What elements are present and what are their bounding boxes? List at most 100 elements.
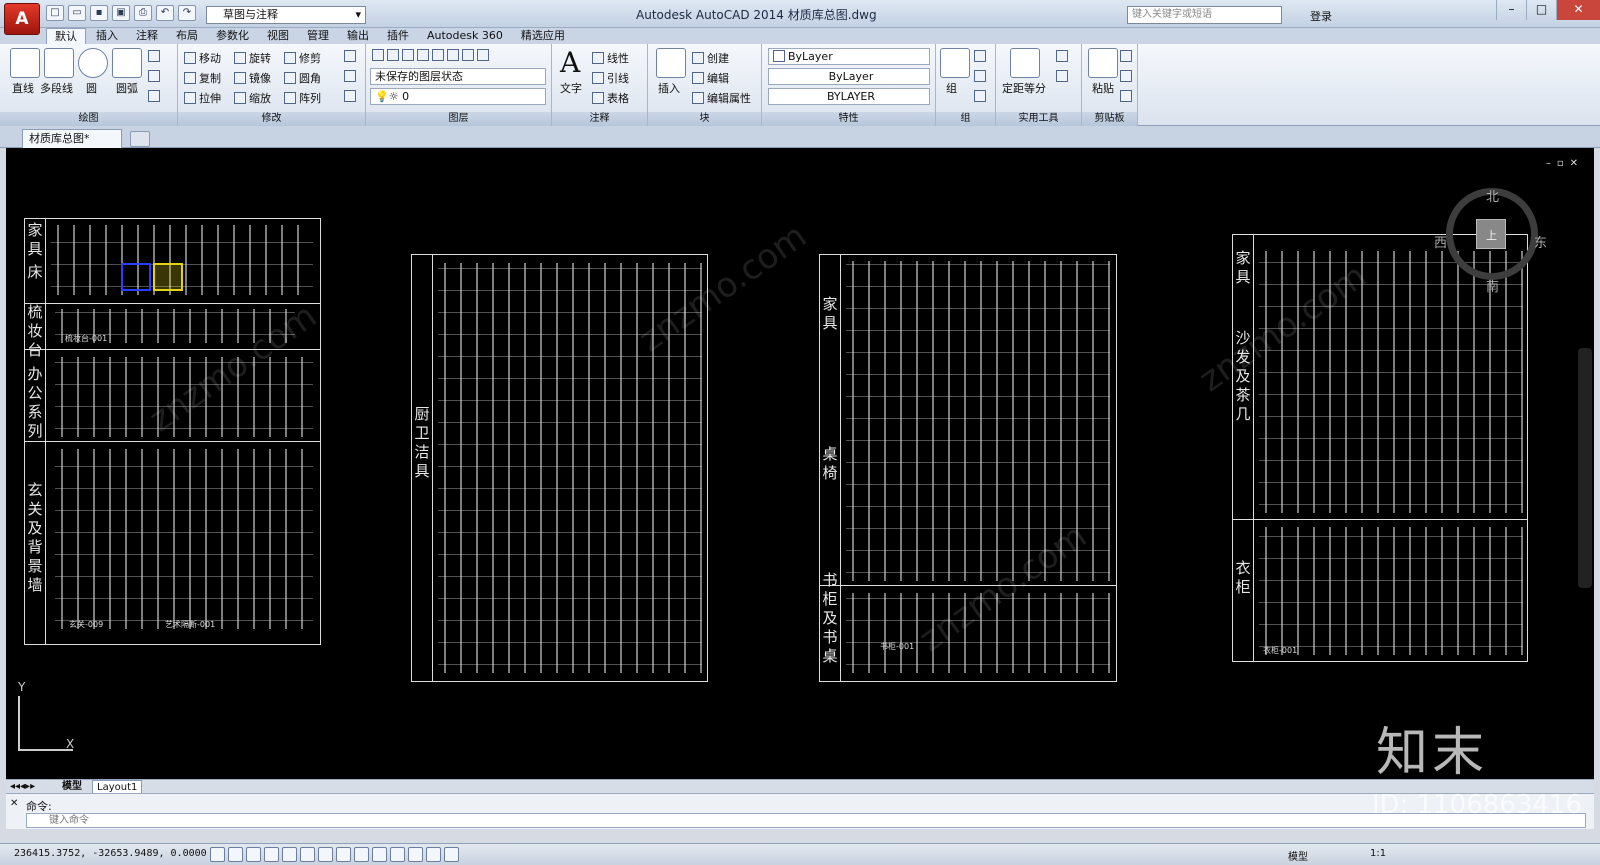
- panel-title-utilities[interactable]: 实用工具: [996, 112, 1081, 126]
- compass-east[interactable]: 东: [1534, 232, 1547, 251]
- tab-insert[interactable]: 插入: [88, 28, 126, 44]
- rotate-button[interactable]: 旋转: [234, 50, 271, 66]
- circle-icon[interactable]: [78, 48, 108, 78]
- saveas-icon[interactable]: ▣: [112, 5, 130, 21]
- polyline-icon[interactable]: [44, 48, 74, 78]
- erase-icon[interactable]: [344, 50, 359, 63]
- snap-icon[interactable]: [228, 847, 243, 862]
- layer-properties-icon[interactable]: [372, 49, 492, 62]
- tab-annotate[interactable]: 注释: [128, 28, 166, 44]
- id-point-icon[interactable]: [1056, 70, 1071, 83]
- lineweight-icon[interactable]: [390, 847, 405, 862]
- print-icon[interactable]: ⎙: [134, 5, 152, 21]
- group-icon[interactable]: [940, 48, 970, 78]
- open-icon[interactable]: ▭: [68, 5, 86, 21]
- layer-select[interactable]: 💡☼ 0: [370, 88, 546, 105]
- paste-button[interactable]: 粘贴: [1092, 80, 1114, 96]
- group-edit-icon[interactable]: [974, 70, 989, 83]
- fillet-button[interactable]: 圆角: [284, 70, 321, 86]
- polar-icon[interactable]: [282, 847, 297, 862]
- explode-icon[interactable]: [344, 70, 359, 83]
- document-tab[interactable]: 材质库总图*: [22, 129, 122, 148]
- close-icon[interactable]: ✕: [1556, 0, 1600, 20]
- ungroup-icon[interactable]: [974, 50, 989, 63]
- copy-clip-icon[interactable]: [1120, 70, 1135, 83]
- mirror-button[interactable]: 镜像: [234, 70, 271, 86]
- measure-icon[interactable]: [1010, 48, 1040, 78]
- viewport-controls[interactable]: –▫✕: [1546, 158, 1584, 169]
- offset-icon[interactable]: [344, 90, 359, 103]
- tab-autodesk360[interactable]: Autodesk 360: [419, 28, 511, 44]
- ortho-icon[interactable]: [264, 847, 279, 862]
- otrack-icon[interactable]: [336, 847, 351, 862]
- color-select[interactable]: ByLayer: [768, 48, 930, 65]
- trim-button[interactable]: 修剪: [284, 50, 321, 66]
- panel-title-properties[interactable]: 特性: [762, 112, 935, 126]
- panel-title-block[interactable]: 块: [648, 112, 761, 126]
- table-chair-blocks[interactable]: [846, 261, 1110, 581]
- undo-icon[interactable]: ↶: [156, 5, 174, 21]
- linear-dim-button[interactable]: 线性: [592, 50, 629, 66]
- layout-nav-icon[interactable]: ◂◂◂▸▸: [10, 780, 35, 793]
- array-button[interactable]: 阵列: [284, 90, 321, 106]
- hatch-icon[interactable]: [148, 70, 163, 83]
- command-input[interactable]: 键入命令: [26, 813, 1586, 828]
- save-icon[interactable]: ▪: [90, 5, 108, 21]
- sanitary-blocks[interactable]: [438, 263, 702, 673]
- panel-title-clipboard[interactable]: 剪贴板: [1082, 112, 1137, 126]
- 3dosnap-icon[interactable]: [318, 847, 333, 862]
- arc-button[interactable]: 圆弧: [116, 80, 138, 96]
- insert-button[interactable]: 插入: [658, 80, 680, 96]
- group-button[interactable]: 组: [946, 80, 957, 96]
- osnap-icon[interactable]: [300, 847, 315, 862]
- polyline-button[interactable]: 多段线: [40, 80, 73, 96]
- edit-attribute-button[interactable]: 编辑属性: [692, 90, 751, 106]
- panel-title-draw[interactable]: 绘图: [0, 112, 177, 126]
- group-select-icon[interactable]: [974, 90, 989, 103]
- navigation-bar[interactable]: [1578, 348, 1592, 588]
- insert-block-icon[interactable]: [656, 48, 686, 78]
- tab-manage[interactable]: 管理: [299, 28, 337, 44]
- tab-view[interactable]: 视图: [259, 28, 297, 44]
- compass-west[interactable]: 西: [1434, 232, 1447, 251]
- move-button[interactable]: 移动: [184, 50, 221, 66]
- panel-title-modify[interactable]: 修改: [178, 112, 365, 126]
- region-icon[interactable]: [148, 90, 163, 103]
- annotation-scale[interactable]: 1:1: [1370, 848, 1386, 859]
- viewcube-face[interactable]: 上: [1476, 219, 1506, 249]
- office-blocks[interactable]: [55, 357, 313, 437]
- tab-parametric[interactable]: 参数化: [208, 28, 257, 44]
- cut-icon[interactable]: [1120, 50, 1135, 63]
- copy-button[interactable]: 复制: [184, 70, 221, 86]
- line-icon[interactable]: [10, 48, 40, 78]
- tab-featured-apps[interactable]: 精选应用: [513, 28, 573, 44]
- model-tab[interactable]: 模型: [62, 780, 82, 793]
- foyer-blocks[interactable]: [55, 449, 313, 629]
- tab-output[interactable]: 输出: [339, 28, 377, 44]
- paste-icon[interactable]: [1088, 48, 1118, 78]
- dyn-icon[interactable]: [372, 847, 387, 862]
- match-properties-icon[interactable]: [1120, 90, 1135, 103]
- bookcase-blocks[interactable]: [846, 593, 1110, 673]
- line-button[interactable]: 直线: [12, 80, 34, 96]
- panel-title-layers[interactable]: 图层: [366, 112, 551, 126]
- tab-plugins[interactable]: 插件: [379, 28, 417, 44]
- linetype-select[interactable]: ByLayer: [768, 68, 930, 85]
- lineweight-select[interactable]: BYLAYER: [768, 88, 930, 105]
- quickcalc-icon[interactable]: [1056, 50, 1071, 63]
- text-icon[interactable]: A: [560, 46, 580, 79]
- application-menu-button[interactable]: A: [4, 3, 40, 35]
- sofa-blocks[interactable]: [1259, 251, 1523, 513]
- search-input[interactable]: 键入关键字或短语: [1127, 6, 1282, 24]
- panel-title-annotation[interactable]: 注释: [552, 112, 647, 126]
- leader-button[interactable]: 引线: [592, 70, 629, 86]
- tab-default[interactable]: 默认: [46, 28, 86, 44]
- layer-state-select[interactable]: 未保存的图层状态: [370, 68, 546, 85]
- circle-button[interactable]: 圆: [86, 80, 97, 96]
- highlighted-block[interactable]: [153, 263, 183, 291]
- selection-cycling-icon[interactable]: [444, 847, 459, 862]
- grid-icon[interactable]: [246, 847, 261, 862]
- tab-layout[interactable]: 布局: [168, 28, 206, 44]
- model-space-label[interactable]: 模型: [1288, 848, 1308, 863]
- rectangle-icon[interactable]: [148, 50, 163, 63]
